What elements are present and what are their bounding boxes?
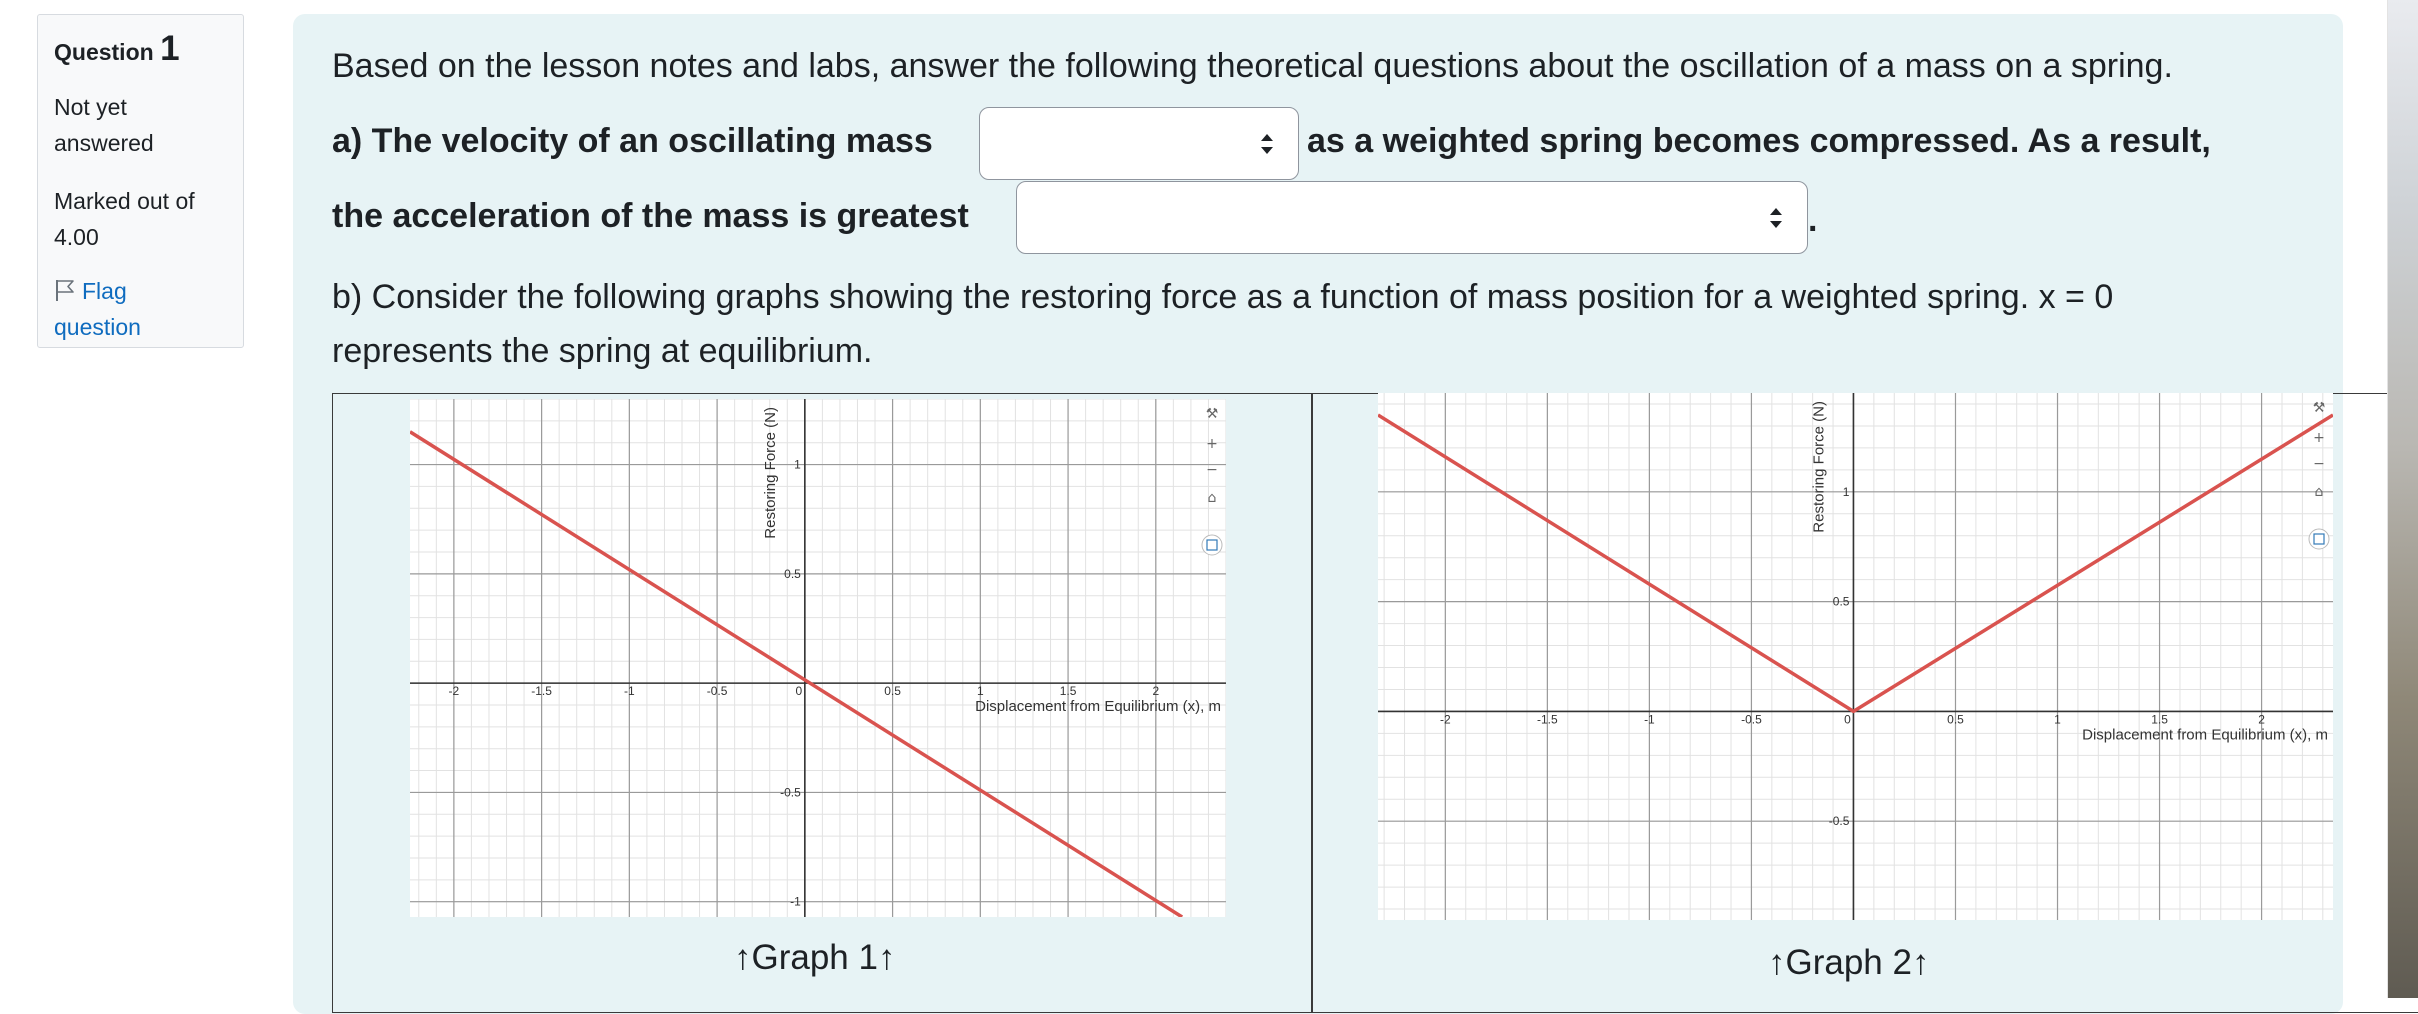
state-line-1: Not yet <box>54 89 227 125</box>
y-tick-label: -1 <box>790 895 801 909</box>
graph-1[interactable]: -2 -1.5 -1 -0.5 0 0.5 1 1.5 2 1 0.5 -0.5 -1 Displacem… <box>410 399 1226 917</box>
flag-label-1[interactable]: Flag <box>82 278 127 304</box>
grade-line-1: Marked out of <box>54 183 227 219</box>
x-tick-label: 0.5 <box>1947 712 1964 726</box>
part-a-text-1: a) The velocity of an oscillating mass <box>332 117 933 165</box>
wrench-icon[interactable]: ⚒ <box>2313 400 2326 416</box>
grade-line-2: 4.00 <box>54 219 227 255</box>
part-a-text-3: the acceleration of the mass is greatest <box>332 192 969 240</box>
x-tick-label: 1 <box>977 684 984 698</box>
state-line-2: answered <box>54 125 227 161</box>
x-tick-label: -1.5 <box>531 684 552 698</box>
question-grade: Marked out of 4.00 <box>54 183 227 255</box>
x-tick-label: -1 <box>624 684 635 698</box>
zoom-in-icon[interactable]: + <box>2313 430 2325 446</box>
y-tick-label: 1 <box>794 458 801 472</box>
question-info-panel: Question 1 Not yet answered Marked out o… <box>37 14 244 348</box>
y-tick-label: -0.5 <box>1829 814 1850 828</box>
flag-question-link[interactable]: Flag question <box>54 273 227 345</box>
x-tick-label: 0 <box>1844 712 1851 726</box>
x-tick-label: -0.5 <box>707 684 728 698</box>
x-axis-label: Displacement from Equilibrium (x), m <box>975 698 1221 715</box>
question-label: Question <box>54 39 154 65</box>
graph-2-caption: ↑Graph 2↑ <box>1768 942 1929 984</box>
graph-1-caption: ↑Graph 1↑ <box>734 937 895 979</box>
part-b-text-1: b) Consider the following graphs showing… <box>332 273 2113 321</box>
select-arrows-icon <box>1260 131 1274 157</box>
home-icon[interactable]: ⌂ <box>2315 484 2324 500</box>
fullscreen-icon[interactable] <box>2309 529 2329 549</box>
question-intro: Based on the lesson notes and labs, answ… <box>332 42 2173 90</box>
select-arrows-icon <box>1769 205 1783 231</box>
y-tick-label: 0.5 <box>784 567 801 581</box>
x-tick-label: -1.5 <box>1537 712 1558 726</box>
zoom-in-icon[interactable]: + <box>1206 436 1218 452</box>
graph-2[interactable]: -2 -1.5 -1 -0.5 0 0.5 1 1.5 2 1 0.5 -0.5 Displacemen… <box>1378 393 2333 920</box>
x-tick-label: 1.5 <box>2151 712 2168 726</box>
part-a-period: . <box>1808 196 1817 244</box>
flag-label-2[interactable]: question <box>54 309 227 345</box>
x-tick-label: -0.5 <box>1741 712 1762 726</box>
background-image-strip <box>2388 0 2418 998</box>
y-axis-label: Restoring Force (N) <box>762 407 779 539</box>
zoom-out-icon[interactable]: − <box>2313 456 2325 472</box>
y-axis-label: Restoring Force (N) <box>1810 401 1827 533</box>
y-tick-label: 1 <box>1843 485 1850 499</box>
x-tick-label: 0 <box>795 684 802 698</box>
x-tick-label: 1 <box>2054 712 2061 726</box>
question-number-heading: Question 1 <box>54 29 227 69</box>
part-a-text-2: as a weighted spring becomes compressed.… <box>1307 117 2211 165</box>
x-tick-label: -1 <box>1644 712 1655 726</box>
x-tick-label: 0.5 <box>884 684 901 698</box>
x-tick-label: -2 <box>449 684 460 698</box>
acceleration-select[interactable] <box>1016 181 1808 254</box>
x-tick-label: 2 <box>1152 684 1159 698</box>
velocity-select[interactable] <box>979 107 1299 180</box>
question-number: 1 <box>160 29 179 68</box>
part-b-text-2: represents the spring at equilibrium. <box>332 327 873 375</box>
x-tick-label: 1.5 <box>1060 684 1077 698</box>
wrench-icon[interactable]: ⚒ <box>1206 406 1219 422</box>
x-tick-label: -2 <box>1440 712 1451 726</box>
table-divider <box>1311 393 1313 1013</box>
restoring-force-line <box>410 432 1182 917</box>
home-icon[interactable]: ⌂ <box>1208 490 1217 506</box>
x-tick-label: 2 <box>2258 712 2265 726</box>
fullscreen-icon[interactable] <box>1202 535 1222 555</box>
restoring-force-line <box>1378 415 2333 711</box>
zoom-out-icon[interactable]: − <box>1206 462 1218 478</box>
y-tick-label: 0.5 <box>1833 595 1850 609</box>
y-tick-label: -0.5 <box>780 785 801 799</box>
question-state: Not yet answered <box>54 89 227 161</box>
x-axis-label: Displacement from Equilibrium (x), m <box>2082 726 2328 743</box>
flag-icon <box>54 276 76 300</box>
